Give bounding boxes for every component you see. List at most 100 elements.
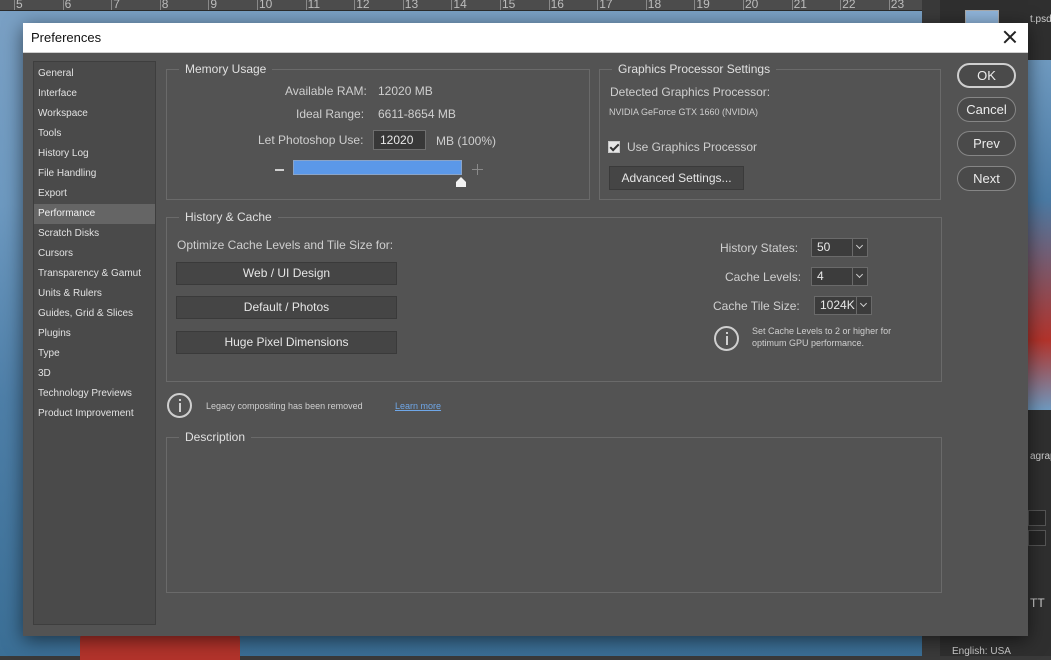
sidebar-item-interface[interactable]: Interface — [34, 84, 155, 104]
memory-unit: MB (100%) — [436, 134, 497, 148]
sidebar-item-tools[interactable]: Tools — [34, 124, 155, 144]
gpu-settings-title: Graphics Processor Settings — [612, 62, 777, 76]
legacy-compositing-text: Legacy compositing has been removed — [206, 401, 363, 411]
sidebar-item-cursors[interactable]: Cursors — [34, 244, 155, 264]
ruler-tick-mark — [888, 0, 890, 10]
ideal-range-label: Ideal Range: — [296, 107, 365, 121]
sidebar-item-workspace[interactable]: Workspace — [34, 104, 155, 124]
history-cache-title: History & Cache — [179, 210, 278, 224]
info-icon — [167, 393, 192, 418]
let-photoshop-use-label: Let Photoshop Use: — [258, 133, 364, 147]
ruler-tick-mark — [111, 0, 113, 10]
ruler-tick-mark — [548, 0, 550, 10]
ruler-tick-label: 11 — [307, 0, 321, 11]
dialog-title: Preferences — [31, 30, 102, 45]
info-icon — [714, 326, 739, 351]
sidebar-item-file-handling[interactable]: File Handling — [34, 164, 155, 184]
ruler-tick-label: 18 — [647, 0, 662, 11]
ruler-tick-mark — [62, 0, 64, 10]
sidebar-item-technology-previews[interactable]: Technology Previews — [34, 384, 155, 404]
language-text: English: USA — [952, 646, 1011, 657]
description-group: Description — [166, 430, 942, 593]
next-button[interactable]: Next — [957, 166, 1016, 191]
document-tab-text: t.psd — [1030, 14, 1051, 25]
ruler-tick-mark — [354, 0, 356, 10]
sidebar-item-plugins[interactable]: Plugins — [34, 324, 155, 344]
memory-slider-track[interactable] — [293, 160, 462, 175]
cache-hint-text: Set Cache Levels to 2 or higher for opti… — [752, 326, 892, 348]
available-ram-label: Available RAM: — [285, 84, 367, 98]
history-states-label: History States: — [720, 241, 799, 255]
cache-levels-value: 4 — [817, 269, 824, 283]
chevron-down-icon — [852, 239, 867, 256]
text-style-icon: TT — [1030, 596, 1045, 610]
sidebar-item-scratch-disks[interactable]: Scratch Disks — [34, 224, 155, 244]
cache-tile-size-value: 1024K — [820, 298, 855, 312]
panel-dropdown-1[interactable] — [1028, 510, 1046, 526]
ruler-tick-label: 6 — [64, 0, 72, 11]
use-gpu-checkbox[interactable] — [608, 141, 620, 153]
ruler-tick-label: 15 — [502, 0, 516, 11]
ruler-tick-label: 9 — [210, 0, 218, 11]
panel-dropdown-2[interactable] — [1028, 530, 1046, 546]
history-states-value: 50 — [817, 240, 831, 254]
cache-levels-label: Cache Levels: — [725, 270, 802, 284]
description-title: Description — [179, 430, 252, 444]
ruler-tick-label: 13 — [404, 0, 419, 11]
memory-usage-title: Memory Usage — [179, 62, 273, 76]
ruler-tick-mark — [257, 0, 258, 10]
sidebar-item-3d[interactable]: 3D — [34, 364, 155, 384]
prev-button[interactable]: Prev — [957, 131, 1016, 156]
cancel-button[interactable]: Cancel — [957, 97, 1016, 122]
sidebar-item-guides-grid-slices[interactable]: Guides, Grid & Slices — [34, 304, 155, 324]
web-ui-design-button[interactable]: Web / UI Design — [176, 262, 397, 285]
chevron-down-icon — [852, 268, 867, 285]
memory-slider-thumb[interactable] — [456, 177, 466, 187]
history-states-select[interactable]: 50 — [811, 238, 868, 257]
ruler-tick-mark — [597, 0, 599, 10]
ruler: 5 6 7 8 9 10 11 12 13 14 15 16 17 18 19 20 21 22 23 — [0, 0, 922, 11]
advanced-settings-button[interactable]: Advanced Settings... — [609, 166, 744, 190]
ruler-tick-mark — [645, 0, 647, 10]
ruler-tick-mark — [159, 0, 161, 10]
ruler-tick-mark — [694, 0, 696, 10]
sidebar-item-history-log[interactable]: History Log — [34, 144, 155, 164]
layer-thumbnail-strip — [1028, 60, 1051, 410]
cache-levels-select[interactable]: 4 — [811, 267, 868, 286]
ruler-tick-mark — [451, 0, 453, 10]
ruler-tick-mark — [208, 0, 210, 10]
huge-pixel-dimensions-button[interactable]: Huge Pixel Dimensions — [176, 331, 397, 354]
sidebar-item-transparency-gamut[interactable]: Transparency & Gamut — [34, 264, 155, 284]
sidebar-item-export[interactable]: Export — [34, 184, 155, 204]
ok-button[interactable]: OK — [957, 63, 1016, 88]
ruler-tick-label: 16 — [550, 0, 564, 11]
optimize-label: Optimize Cache Levels and Tile Size for: — [177, 238, 394, 252]
memory-input[interactable]: 12020 — [373, 130, 426, 150]
ruler-tick-mark — [743, 0, 744, 10]
ruler-tick-label: 23 — [890, 0, 905, 11]
sidebar-item-product-improvement[interactable]: Product Improvement — [34, 404, 155, 424]
sidebar-item-general[interactable]: General — [34, 64, 155, 84]
ruler-tick-label: 19 — [696, 0, 710, 11]
ruler-tick-label: 10 — [259, 0, 273, 11]
ruler-tick-label: 20 — [745, 0, 759, 11]
close-icon[interactable] — [998, 25, 1022, 49]
ruler-tick-mark — [14, 0, 15, 10]
ruler-tick-mark — [305, 0, 307, 10]
sidebar-item-performance[interactable]: Performance — [34, 204, 155, 224]
sidebar-item-type[interactable]: Type — [34, 344, 155, 364]
ruler-tick-label: 21 — [793, 0, 807, 11]
increase-icon[interactable] — [472, 164, 483, 175]
default-photos-button[interactable]: Default / Photos — [176, 296, 397, 319]
ruler-tick-mark — [500, 0, 501, 10]
sidebar-item-units-rulers[interactable]: Units & Rulers — [34, 284, 155, 304]
cache-tile-size-select[interactable]: 1024K — [814, 296, 872, 315]
ruler-tick-label: 5 — [16, 0, 23, 11]
ruler-tick-label: 7 — [113, 0, 120, 11]
learn-more-link[interactable]: Learn more — [395, 401, 441, 411]
decrease-icon[interactable] — [275, 169, 284, 171]
use-gpu-label: Use Graphics Processor — [627, 140, 758, 154]
ruler-tick-mark — [402, 0, 404, 10]
ideal-range-value: 6611-8654 MB — [378, 107, 456, 121]
cache-tile-size-label: Cache Tile Size: — [713, 299, 800, 313]
